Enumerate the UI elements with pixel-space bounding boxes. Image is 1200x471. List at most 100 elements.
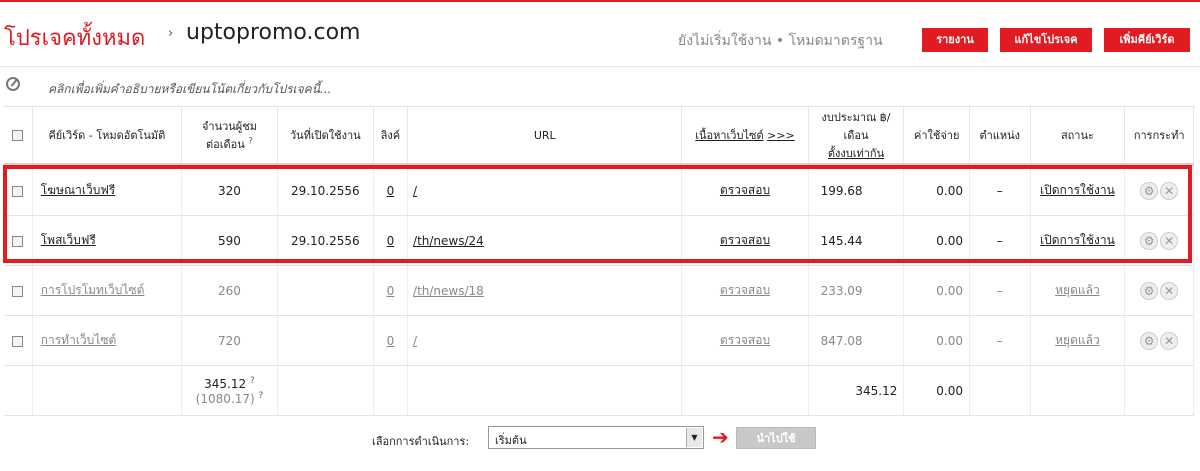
cost-cell: 0.00	[903, 215, 970, 266]
close-icon[interactable]: ✕	[1160, 331, 1179, 350]
links-count-link[interactable]: 0	[387, 284, 395, 298]
page-header: โปรเจคทั้งหมด › uptopromo.com ยังไม่เริ่…	[0, 12, 1200, 62]
add-keyword-button[interactable]: เพิ่มคีย์เวิร์ด	[1104, 28, 1190, 52]
visitors-help-icon[interactable]: ?	[248, 136, 253, 146]
summary-row: 345.12 ? (1080.17) ? 345.12 0.00	[4, 365, 1194, 416]
check-content-link[interactable]: ตรวจสอบ	[720, 183, 770, 197]
actions-cell: ⚙ ✕	[1124, 164, 1194, 216]
check-content-link[interactable]: ตรวจสอบ	[720, 333, 770, 347]
url-link[interactable]: /	[413, 334, 417, 348]
gear-icon[interactable]: ⚙	[1140, 331, 1159, 350]
header-start-date: วันที่เปิดใช้งาน	[277, 106, 374, 166]
header-visitors: จำนวนผู้ชม ต่อเดือน ?	[181, 106, 278, 166]
apply-button[interactable]: นำไปใช้	[736, 427, 816, 449]
position-cell: –	[969, 315, 1031, 366]
header-links: ลิงค์	[373, 106, 409, 166]
bulk-action-select[interactable]: เริ่มต้น ▼	[488, 426, 704, 449]
project-description-row[interactable]: คลิกเพื่อเพิ่มคำอธิบายหรือเขียนโน้ตเกี่ย…	[0, 66, 1200, 105]
keyword-link[interactable]: การทำเว็บไซต์	[41, 333, 117, 347]
content-more-link[interactable]: >>>	[767, 129, 795, 142]
top-accent-line	[0, 0, 1200, 2]
header-visitors-line1: จำนวนผู้ชม	[201, 120, 257, 133]
status-link[interactable]: เปิดการใช้งาน	[1040, 183, 1115, 197]
links-count-link[interactable]: 0	[387, 234, 395, 248]
row-checkbox[interactable]	[12, 185, 24, 197]
header-budget-line2: เดือน	[843, 129, 869, 142]
url-link[interactable]: /	[413, 184, 417, 198]
summary-visitors-total: (1080.17)	[195, 391, 255, 406]
date-cell: 29.10.2556	[277, 215, 374, 266]
url-link[interactable]: /th/news/24	[413, 234, 484, 248]
project-status-text: ยังไม่เริ่มใช้งาน • โหมดมาตรฐาน	[678, 33, 883, 49]
date-cell	[277, 315, 374, 366]
pencil-icon	[6, 77, 20, 91]
gear-icon[interactable]: ⚙	[1140, 281, 1159, 300]
summary-total-help-icon[interactable]: ?	[258, 391, 263, 401]
header-budget: งบประมาณ ฿/ เดือน ตั้งงบเท่ากัน	[808, 106, 905, 166]
keyword-link[interactable]: การโปรโมทเว็บไซต์	[41, 283, 145, 297]
project-description-placeholder[interactable]: คลิกเพื่อเพิ่มคำอธิบายหรือเขียนโน้ตเกี่ย…	[48, 80, 331, 99]
header-url: URL	[407, 106, 683, 166]
status-link[interactable]: หยุดแล้ว	[1055, 283, 1100, 297]
visitors-cell: 720	[181, 315, 278, 366]
header-position: ตำแหน่ง	[969, 106, 1031, 166]
position-cell: –	[969, 164, 1031, 216]
budget-cell: 233.09	[808, 265, 905, 316]
project-domain-title: uptopromo.com	[186, 20, 361, 45]
check-content-link[interactable]: ตรวจสอบ	[720, 233, 770, 247]
table-row: โพสเว็บฟรี 590 29.10.2556 0 /th/news/24 …	[4, 215, 1194, 266]
row-checkbox[interactable]	[12, 285, 24, 297]
header-visitors-line2: ต่อเดือน	[205, 138, 245, 151]
budget-cell: 145.44	[808, 215, 905, 266]
report-button[interactable]: รายงาน	[922, 28, 988, 52]
keyword-link[interactable]: โพสเว็บฟรี	[41, 233, 96, 247]
check-content-link[interactable]: ตรวจสอบ	[720, 283, 770, 297]
visitors-cell: 260	[181, 265, 278, 316]
status-link[interactable]: หยุดแล้ว	[1055, 333, 1100, 347]
date-cell: 29.10.2556	[277, 164, 374, 216]
table-row: โฆษณาเว็บฟรี 320 29.10.2556 0 / ตรวจสอบ …	[4, 164, 1194, 216]
header-keyword[interactable]: คีย์เวิร์ด - โหมดอัตโนมัติ	[32, 106, 183, 166]
visitors-cell: 590	[181, 215, 278, 266]
row-checkbox[interactable]	[12, 335, 24, 347]
table-row: การโปรโมทเว็บไซต์ 260 0 /th/news/18 ตรวจ…	[4, 265, 1194, 316]
position-cell: –	[969, 265, 1031, 316]
status-link[interactable]: เปิดการใช้งาน	[1040, 233, 1115, 247]
keywords-table: คีย์เวิร์ด - โหมดอัตโนมัติ จำนวนผู้ชม ต่…	[4, 106, 1194, 416]
position-cell: –	[969, 215, 1031, 266]
select-all-checkbox[interactable]	[12, 130, 24, 141]
cost-cell: 0.00	[903, 265, 970, 316]
equal-budget-link[interactable]: ตั้งงบเท่ากัน	[828, 147, 884, 160]
summary-visitors: 345.12	[204, 376, 247, 391]
summary-budget: 345.12	[808, 365, 905, 416]
summary-cost: 0.00	[903, 365, 970, 416]
chevron-down-icon[interactable]: ▼	[686, 428, 702, 447]
row-checkbox[interactable]	[12, 235, 24, 247]
header-content: เนื้อหาเว็บไซต์ >>>	[681, 106, 809, 166]
arrow-right-icon: ➔	[712, 425, 729, 449]
summary-visitors-help-icon[interactable]: ?	[250, 376, 255, 386]
gear-icon[interactable]: ⚙	[1140, 231, 1159, 250]
url-link[interactable]: /th/news/18	[413, 284, 484, 298]
actions-cell: ⚙ ✕	[1124, 215, 1194, 266]
keyword-link[interactable]: โฆษณาเว็บฟรี	[41, 183, 116, 197]
bulk-action-value: เริ่มต้น	[495, 434, 527, 447]
date-cell	[277, 265, 374, 316]
edit-project-button[interactable]: แก้ไขโปรเจค	[1000, 28, 1092, 52]
actions-cell: ⚙ ✕	[1124, 265, 1194, 316]
cost-cell: 0.00	[903, 164, 970, 216]
visitors-cell: 320	[181, 164, 278, 216]
close-icon[interactable]: ✕	[1160, 231, 1179, 250]
actions-cell: ⚙ ✕	[1124, 315, 1194, 366]
links-count-link[interactable]: 0	[387, 334, 395, 348]
cost-cell: 0.00	[903, 315, 970, 366]
content-header-link[interactable]: เนื้อหาเว็บไซต์	[695, 129, 763, 142]
bulk-action-label: เลือกการดำเนินการ:	[372, 435, 470, 448]
header-status: สถานะ	[1030, 106, 1126, 166]
close-icon[interactable]: ✕	[1160, 281, 1179, 300]
close-icon[interactable]: ✕	[1160, 181, 1179, 200]
links-count-link[interactable]: 0	[387, 184, 395, 198]
breadcrumb-all-projects[interactable]: โปรเจคทั้งหมด	[4, 20, 145, 55]
summary-visitors-cell: 345.12 ? (1080.17) ?	[181, 365, 278, 416]
gear-icon[interactable]: ⚙	[1140, 181, 1159, 200]
